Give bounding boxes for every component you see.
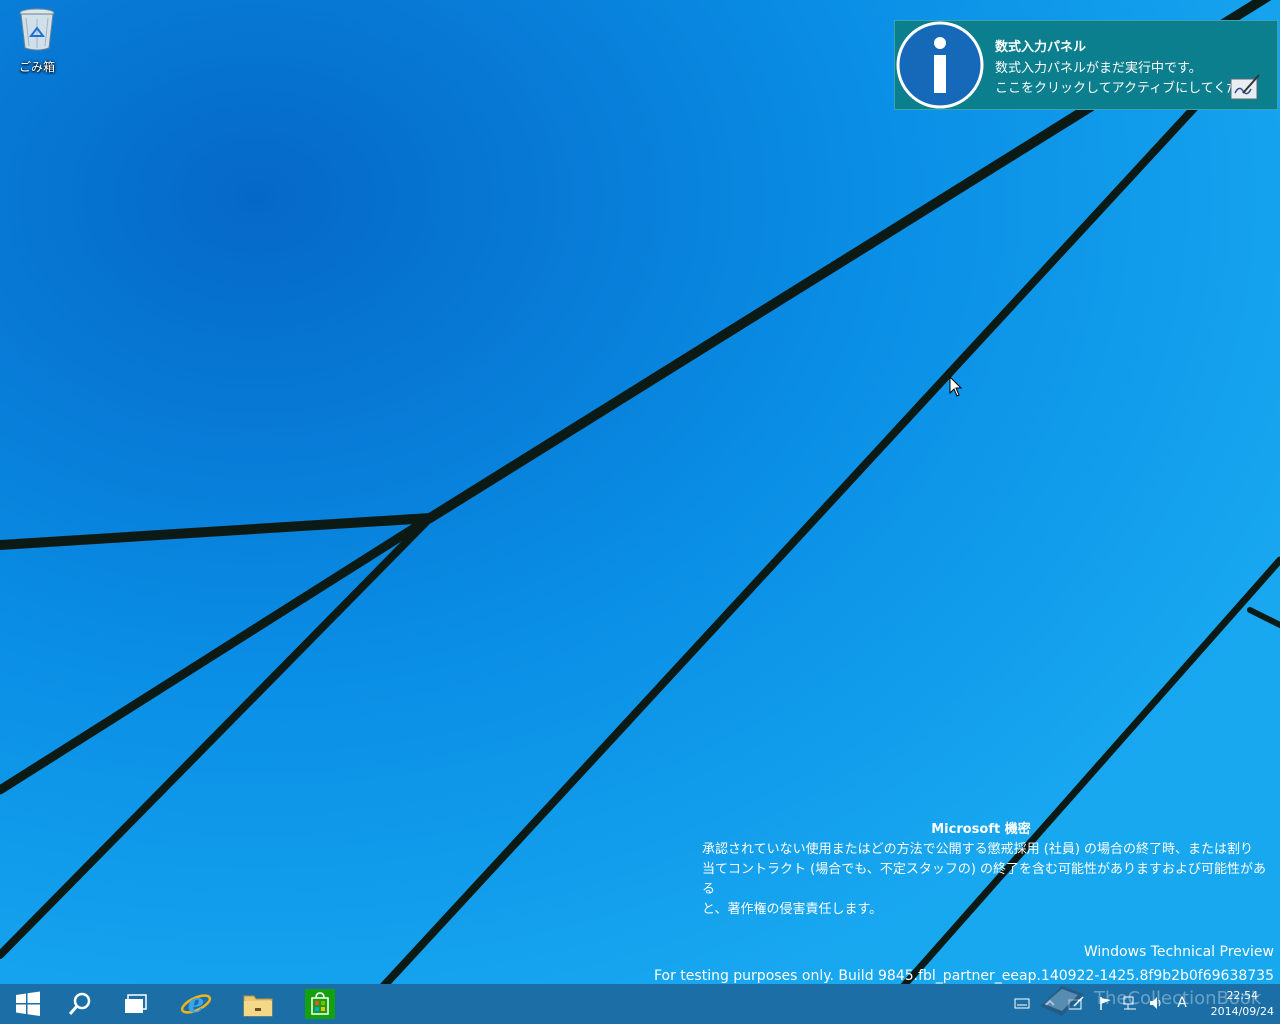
system-tray: A 22:54 2014/09/24 bbox=[1010, 984, 1280, 1024]
network-icon[interactable] bbox=[1122, 995, 1138, 1011]
clock-time: 22:54 bbox=[1226, 989, 1259, 1002]
build-info: For testing purposes only. Build 9845.fb… bbox=[653, 968, 1274, 984]
action-center-flag-icon[interactable] bbox=[1098, 995, 1114, 1011]
desktop[interactable]: ごみ箱 数式入力パネル 数式入力パネルがまだ実行中です。 ここをクリックしてアク… bbox=[0, 0, 1280, 984]
search-icon bbox=[68, 992, 91, 1015]
pen-input-icon[interactable] bbox=[1068, 995, 1084, 1011]
recycle-bin-icon bbox=[19, 8, 55, 51]
file-explorer-icon bbox=[243, 995, 273, 1017]
ime-mode-indicator[interactable]: A bbox=[1174, 995, 1190, 1011]
recycle-bin-label: ごみ箱 bbox=[18, 60, 55, 74]
internet-explorer-button[interactable]: e bbox=[168, 984, 224, 1024]
toast-message-line2: ここをクリックしてアクティブにしてくだ… bbox=[995, 81, 1253, 96]
keyboard-icon[interactable] bbox=[1014, 995, 1030, 1011]
clock-date: 2014/09/24 bbox=[1210, 1005, 1274, 1018]
recycle-bin-shortcut[interactable]: ごみ箱 bbox=[10, 6, 64, 75]
start-icon bbox=[16, 991, 40, 1016]
watermark-heading: Microsoft 機密 bbox=[931, 822, 1031, 837]
file-explorer-button[interactable] bbox=[230, 984, 286, 1024]
mouse-cursor-icon bbox=[949, 376, 963, 397]
confidentiality-watermark: Microsoft 機密 承認されていない使用またはどの方法で公開する懲戒採用 … bbox=[702, 820, 1270, 920]
search-button[interactable] bbox=[52, 984, 108, 1024]
product-name: Windows Technical Preview bbox=[1083, 944, 1274, 960]
toast-message-line1: 数式入力パネルがまだ実行中です。 bbox=[995, 61, 1202, 76]
taskbar: e A 22:54 2014/09/24 bbox=[0, 984, 1280, 1024]
build-watermark: Windows Technical Preview For testing pu… bbox=[654, 940, 1274, 984]
volume-icon[interactable] bbox=[1148, 995, 1164, 1011]
watermark-line2: 当てコントラクト (場合でも、不定スタッフの) の終了を含む可能性がありますおよ… bbox=[702, 862, 1267, 897]
info-icon bbox=[896, 21, 984, 109]
math-input-panel-icon bbox=[1230, 74, 1260, 100]
internet-explorer-icon: e bbox=[180, 989, 212, 1019]
show-hidden-icons-icon[interactable] bbox=[1042, 995, 1058, 1011]
watermark-line1: 承認されていない使用またはどの方法で公開する懲戒採用 (社員) の場合の終了時、… bbox=[702, 842, 1254, 857]
notification-toast[interactable]: 数式入力パネル 数式入力パネルがまだ実行中です。 ここをクリックしてアクティブに… bbox=[894, 20, 1278, 110]
clock[interactable]: 22:54 2014/09/24 bbox=[1211, 988, 1274, 1020]
task-view-icon bbox=[125, 994, 147, 1013]
task-view-button[interactable] bbox=[108, 984, 164, 1024]
start-button[interactable] bbox=[0, 984, 56, 1024]
watermark-line3: と、著作権の侵害責任します。 bbox=[702, 902, 883, 917]
store-icon bbox=[305, 989, 335, 1019]
toast-title: 数式入力パネル bbox=[995, 40, 1087, 55]
store-button[interactable] bbox=[292, 984, 348, 1024]
svg-text:e: e bbox=[188, 989, 205, 1019]
